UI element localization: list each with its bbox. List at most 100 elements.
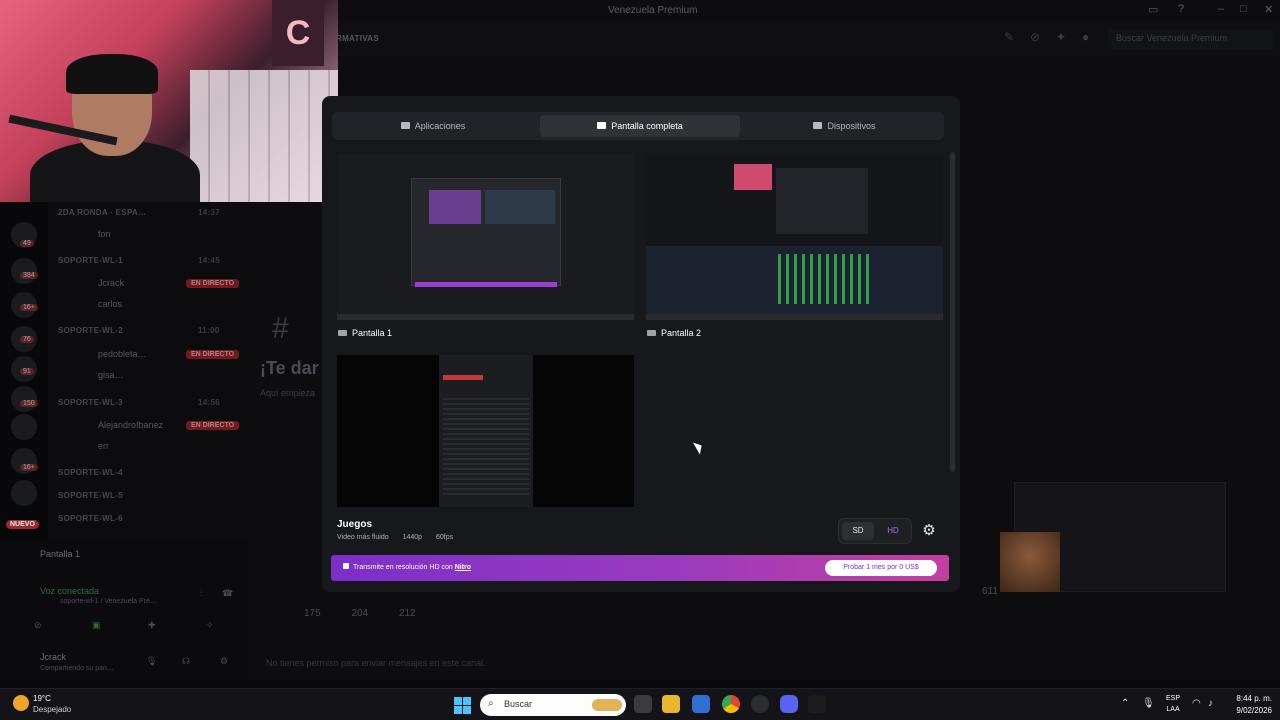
voice-user[interactable]: gisa… xyxy=(98,370,124,380)
taskbar-search[interactable]: ⌕ Buscar xyxy=(480,694,626,716)
screen-1-thumbnail[interactable] xyxy=(337,154,634,320)
voice-channel[interactable]: 2DA RONDA · ESPA… 14:37 xyxy=(58,208,220,217)
close-button[interactable]: ✕ xyxy=(1264,3,1273,16)
voice-channel[interactable]: SOPORTE-WL-2 11:00 xyxy=(58,326,219,335)
monitor-icon xyxy=(338,330,347,336)
nitro-trial-button[interactable]: Probar 1 mes por 0 US$ xyxy=(825,560,937,576)
camera-icon xyxy=(813,122,823,130)
emoji-sticker xyxy=(1000,532,1060,592)
help-icon[interactable]: ? xyxy=(1178,3,1184,15)
headphones-icon[interactable]: ☊ xyxy=(182,656,190,667)
soundboard-icon[interactable]: ✧ xyxy=(206,620,214,631)
game-window-preview xyxy=(443,375,483,380)
server-icon[interactable] xyxy=(11,386,37,412)
voice-channel[interactable]: SOPORTE-WL-3 14:56 xyxy=(58,398,220,407)
voice-channel[interactable]: SOPORTE-WL-6 xyxy=(58,514,123,523)
task-view-icon[interactable] xyxy=(634,695,652,713)
voice-user[interactable]: AlejandroIbanez xyxy=(98,420,163,430)
chrome-icon[interactable] xyxy=(722,695,740,713)
voice-user[interactable]: carlos xyxy=(98,299,122,309)
language-indicator[interactable]: ESP LAA xyxy=(1166,693,1180,715)
mic-icon[interactable]: 🎙 xyxy=(1142,698,1155,709)
tab-label: Pantalla completa xyxy=(611,121,683,131)
chevron-up-icon[interactable]: ⌃ xyxy=(1121,698,1129,709)
lock-icon xyxy=(343,563,349,569)
file-explorer-icon[interactable] xyxy=(662,695,680,713)
server-badge: 76 xyxy=(20,336,34,343)
tab-applications[interactable]: Aplicaciones xyxy=(335,115,531,137)
voice-user[interactable]: pedobleta… xyxy=(98,349,147,359)
screen-share-icon[interactable]: ▣ xyxy=(92,620,101,631)
quality-toggle: SD HD xyxy=(838,518,912,544)
voice-panel: Pantalla 1 Voz conectada soporte-wl-1 / … xyxy=(0,540,248,680)
webcam-overlay: C xyxy=(0,0,338,202)
pin-icon[interactable]: ✦ xyxy=(1056,30,1066,44)
screen-share-modal: Aplicaciones Pantalla completa Dispositi… xyxy=(322,96,960,592)
signal-icon[interactable]: ⫶ xyxy=(200,588,202,599)
username[interactable]: Jcrack xyxy=(40,652,66,662)
camera-off-icon[interactable]: ⊘ xyxy=(34,620,42,631)
wifi-icon[interactable]: ◠ xyxy=(1192,698,1201,709)
voice-user[interactable]: err xyxy=(98,441,109,451)
reaction[interactable]: 175 xyxy=(304,608,321,619)
discord-icon[interactable] xyxy=(780,695,798,713)
activities-icon[interactable]: ✚ xyxy=(148,620,156,631)
games-resolution: 1440p xyxy=(402,534,423,541)
weather-description[interactable]: Despejado xyxy=(33,705,71,714)
disconnect-icon[interactable]: ☎ xyxy=(222,588,233,599)
games-thumbnail[interactable] xyxy=(337,355,634,507)
tab-devices[interactable]: Dispositivos xyxy=(748,115,941,137)
server-icon[interactable] xyxy=(11,258,37,284)
voice-user[interactable]: Jcrack xyxy=(98,278,124,288)
games-fps: 60fps xyxy=(436,534,454,541)
mail-icon[interactable] xyxy=(692,695,710,713)
windows-taskbar: 19°C Despejado ⌕ Buscar ⌃ 🎙 ESP LAA ◠ ♪ … xyxy=(0,688,1280,720)
hd-button[interactable]: HD xyxy=(877,522,909,540)
nitro-link[interactable]: Nitro xyxy=(455,564,471,571)
voice-channel[interactable]: SOPORTE-WL-1 14:45 xyxy=(58,256,220,265)
gear-icon[interactable]: ⚙ xyxy=(918,520,940,542)
search-icon: ⌕ xyxy=(488,698,494,709)
volume-icon[interactable]: ♪ xyxy=(1208,698,1213,709)
start-button[interactable] xyxy=(454,697,471,714)
members-icon[interactable]: ● xyxy=(1082,30,1089,44)
server-icon[interactable] xyxy=(11,480,37,506)
screen-name: Pantalla 1 xyxy=(352,328,393,338)
threads-icon[interactable]: ✎ xyxy=(1004,30,1014,44)
minimize-button[interactable]: – xyxy=(1218,3,1224,15)
tab-full-screen[interactable]: Pantalla completa xyxy=(540,115,740,137)
modal-scrollbar[interactable] xyxy=(950,152,955,472)
channel-time: 14:56 xyxy=(198,398,220,407)
mic-icon[interactable]: 🎙 xyxy=(146,656,157,667)
reaction[interactable]: 204 xyxy=(351,608,368,619)
epic-games-icon[interactable] xyxy=(808,695,826,713)
screen-name: Pantalla 2 xyxy=(661,328,702,338)
sd-button[interactable]: SD xyxy=(842,522,874,540)
window-icon xyxy=(400,122,410,130)
taskbar-preview xyxy=(646,314,943,320)
weather-sun-icon[interactable] xyxy=(13,695,29,711)
voice-channel-path[interactable]: soporte-wl-1 / Venezuela Pre… xyxy=(60,598,157,605)
app-icon[interactable] xyxy=(751,695,769,713)
notification-icon[interactable]: ⊘ xyxy=(1030,30,1040,44)
channel-time: 11:00 xyxy=(198,326,220,335)
voice-user[interactable]: fon xyxy=(98,229,111,239)
server-search-input[interactable]: Buscar Venezuela Premium xyxy=(1108,29,1274,49)
screen-2-thumbnail[interactable] xyxy=(646,154,943,320)
voice-channel[interactable]: SOPORTE-WL-5 xyxy=(58,491,123,500)
inbox-icon[interactable]: ▭ xyxy=(1148,3,1158,16)
voice-channel[interactable]: SOPORTE-WL-4 xyxy=(58,468,123,477)
system-clock[interactable]: 8:44 p. m. 9/02/2026 xyxy=(1226,693,1272,717)
live-badge: EN DIRECTO xyxy=(186,350,240,359)
search-highlight-image xyxy=(592,699,622,711)
desktop: Venezuela Premium ▭ ? – □ ✕ RMATIVAS ✎ ⊘… xyxy=(0,0,1280,720)
games-subtitle: Video más fluido 1440p 60fps xyxy=(337,534,465,541)
monitor-icon xyxy=(647,330,656,336)
maximize-button[interactable]: □ xyxy=(1240,3,1247,15)
wall-logo: C xyxy=(272,0,324,66)
reaction[interactable]: 212 xyxy=(399,608,416,619)
window-title: Venezuela Premium xyxy=(608,5,698,16)
settings-icon[interactable]: ⚙ xyxy=(220,656,228,667)
weather-temperature[interactable]: 19°C xyxy=(33,694,51,703)
server-icon[interactable] xyxy=(11,414,37,440)
